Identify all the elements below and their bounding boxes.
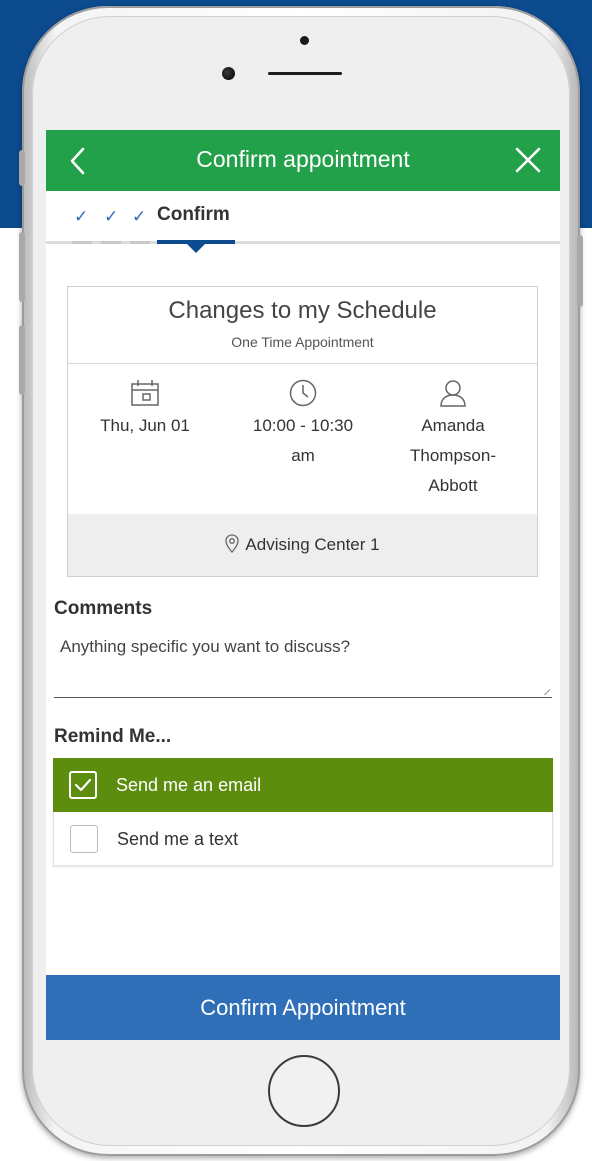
appointment-type: One Time Appointment	[231, 334, 374, 350]
volume-down-button	[19, 325, 25, 395]
remind-heading: Remind Me...	[54, 726, 172, 747]
advisor-name: Abbott	[428, 476, 478, 495]
earpiece-speaker	[268, 72, 342, 75]
date-value: Thu, Jun 01	[100, 416, 190, 435]
appointment-location: Advising Center 1	[68, 514, 537, 576]
time-value: 10:00 - 10:30	[252, 416, 354, 435]
current-step-label: Confirm	[157, 204, 230, 225]
comments-heading: Comments	[54, 598, 153, 619]
appointment-time: 10:00 - 10:30 am	[243, 379, 363, 471]
power-button	[577, 235, 583, 307]
step-segment	[130, 241, 150, 244]
mute-switch	[19, 150, 25, 186]
step-segment	[72, 241, 92, 244]
active-step-caret	[187, 244, 205, 253]
time-value-suffix: am	[291, 446, 315, 465]
advisor-name: Thompson-	[410, 446, 496, 465]
volume-up-button	[19, 232, 25, 302]
card-divider	[68, 363, 537, 364]
close-icon[interactable]	[512, 144, 544, 176]
app-screen: Confirm appointment ✓ ✓ ✓ Confirm Change…	[46, 130, 560, 1040]
front-camera	[222, 67, 235, 80]
email-option-label: Send me an email	[116, 775, 262, 795]
back-arrow-icon[interactable]	[64, 146, 94, 176]
step-segment	[101, 241, 121, 244]
text-checkbox[interactable]	[70, 825, 98, 853]
email-checkbox[interactable]	[69, 771, 97, 799]
calendar-icon	[131, 380, 159, 406]
step-complete-check-icon: ✓	[132, 207, 147, 226]
resize-handle-icon[interactable]	[543, 688, 550, 695]
clock-icon	[289, 379, 317, 407]
text-option-label: Send me a text	[117, 829, 239, 849]
comments-placeholder: Anything specific you want to discuss?	[60, 637, 351, 656]
progress-steps: ✓ ✓ ✓ Confirm	[46, 191, 560, 253]
confirm-appointment-button[interactable]: Confirm Appointment	[46, 975, 560, 1040]
step-track	[46, 241, 560, 244]
remind-email-option[interactable]: Send me an email	[53, 758, 553, 812]
advisor-name: Amanda	[421, 416, 485, 435]
location-name: Advising Center 1	[245, 535, 380, 554]
proximity-sensor	[300, 36, 309, 45]
appointment-date: Thu, Jun 01	[85, 379, 205, 441]
step-complete-check-icon: ✓	[74, 207, 89, 226]
appointment-title: Changes to my Schedule	[168, 297, 437, 324]
comments-textarea[interactable]: Anything specific you want to discuss?	[54, 630, 552, 698]
home-button[interactable]	[268, 1055, 340, 1127]
page-title: Confirm appointment	[196, 146, 410, 172]
step-complete-check-icon: ✓	[104, 207, 119, 226]
location-pin-icon	[225, 534, 240, 553]
appointment-summary-card: Changes to my Schedule One Time Appointm…	[67, 286, 538, 577]
top-app-bar: Confirm appointment	[46, 130, 560, 191]
remind-text-option[interactable]: Send me a text	[53, 812, 553, 866]
person-icon	[440, 380, 466, 407]
appointment-advisor: Amanda Thompson- Abbott	[393, 379, 513, 501]
checkmark-icon	[74, 778, 92, 792]
